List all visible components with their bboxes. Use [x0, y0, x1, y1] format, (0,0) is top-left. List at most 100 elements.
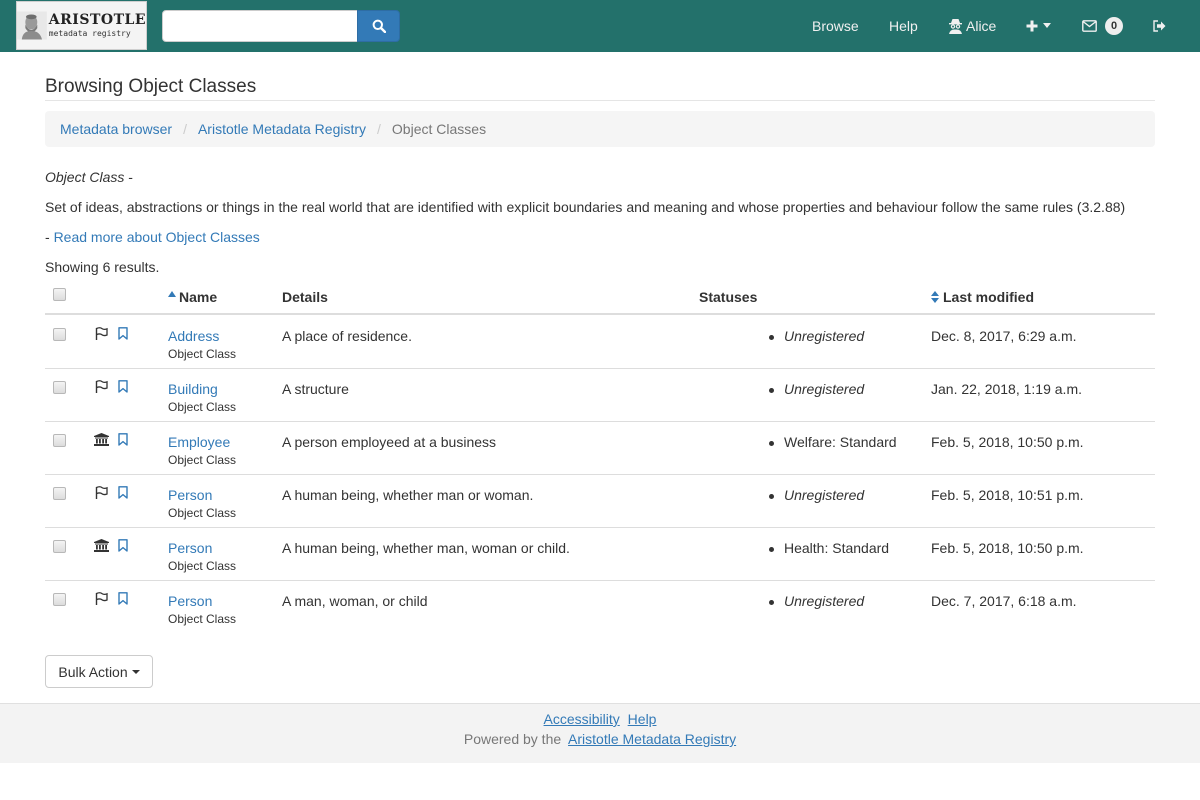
- item-last-modified: Dec. 8, 2017, 6:29 a.m.: [931, 328, 1077, 344]
- bullet: [769, 494, 774, 499]
- table-header: Name Details Statuses Last modified: [45, 280, 1155, 315]
- item-cell: Address Object Class: [168, 328, 236, 361]
- header-modified: Last modified: [943, 289, 1035, 305]
- nav-help[interactable]: Help: [889, 0, 918, 52]
- item-details: A human being, whether man, woman or chi…: [282, 540, 570, 556]
- bulk-action-label: Bulk Action: [58, 663, 128, 680]
- flag-icon[interactable]: [94, 486, 108, 499]
- caret-down-icon: [131, 669, 140, 674]
- caret-down-icon: [1043, 23, 1051, 28]
- bullet: [769, 441, 774, 446]
- item-cell: Person Object Class: [168, 593, 236, 626]
- item-type: Object Class: [168, 453, 237, 467]
- inbox-button[interactable]: 0: [1082, 0, 1123, 52]
- flag-icon[interactable]: [94, 327, 108, 340]
- row-checkbox[interactable]: [53, 434, 66, 447]
- nav-user[interactable]: Alice: [948, 0, 996, 52]
- favourite-bookmark-icon[interactable]: [118, 380, 128, 393]
- row-checkbox[interactable]: [53, 381, 66, 394]
- status-text: Welfare: Standard: [784, 434, 897, 450]
- item-cell: Employee Object Class: [168, 434, 236, 467]
- breadcrumb-current: Object Classes: [391, 121, 487, 137]
- item-type: Object Class: [168, 347, 237, 361]
- institution-icon[interactable]: [94, 539, 109, 552]
- footer: Accessibility Help Powered by the Aristo…: [0, 703, 1200, 763]
- item-last-modified: Feb. 5, 2018, 10:50 p.m.: [931, 540, 1084, 556]
- item-last-modified: Feb. 5, 2018, 10:51 p.m.: [931, 487, 1084, 503]
- envelope-icon: [1082, 20, 1097, 32]
- flag-icon[interactable]: [94, 592, 108, 605]
- status-text: Unregistered: [784, 487, 865, 503]
- breadcrumb-separator: /: [183, 121, 187, 137]
- footer-help-link[interactable]: Help: [628, 711, 657, 727]
- footer-links: Accessibility Help: [0, 711, 1200, 727]
- breadcrumb-registry[interactable]: Aristotle Metadata Registry: [198, 121, 366, 137]
- item-details: A structure: [282, 381, 349, 397]
- inbox-count-badge: 0: [1105, 17, 1123, 35]
- aristotle-bust-icon: [17, 11, 47, 40]
- item-cell: Person Object Class: [168, 487, 236, 520]
- status-text: Unregistered: [784, 381, 865, 397]
- breadcrumb-metadata-browser[interactable]: Metadata browser: [60, 121, 172, 137]
- powered-by-link[interactable]: Aristotle Metadata Registry: [568, 731, 736, 747]
- favourite-bookmark-icon[interactable]: [118, 327, 128, 340]
- item-cell: Person Object Class: [168, 540, 236, 573]
- breadcrumb: Metadata browser / Aristotle Metadata Re…: [45, 111, 1155, 147]
- row-checkbox[interactable]: [53, 593, 66, 606]
- favourite-bookmark-icon[interactable]: [118, 539, 128, 552]
- footer-accessibility-link[interactable]: Accessibility: [544, 711, 620, 727]
- bullet: [769, 335, 774, 340]
- table-row: Building Object Class A structure Unregiste…: [45, 369, 1155, 422]
- sort-up-icon: [168, 291, 176, 297]
- nav-browse[interactable]: Browse: [812, 0, 859, 52]
- search-icon: [372, 19, 386, 33]
- sort-by-last-modified[interactable]: Last modified: [931, 289, 1034, 305]
- search-button[interactable]: [357, 10, 400, 42]
- bullet: [769, 600, 774, 605]
- plus-icon: [1026, 20, 1038, 32]
- result-count: Showing 6 results.: [45, 259, 160, 275]
- row-checkbox[interactable]: [53, 540, 66, 553]
- item-name-link[interactable]: Address: [168, 328, 236, 344]
- bullet: [769, 547, 774, 552]
- item-name-link[interactable]: Employee: [168, 434, 236, 450]
- item-name-link[interactable]: Person: [168, 540, 236, 556]
- favourite-bookmark-icon[interactable]: [118, 592, 128, 605]
- institution-icon[interactable]: [94, 433, 109, 446]
- favourite-bookmark-icon[interactable]: [118, 486, 128, 499]
- flag-icon[interactable]: [94, 380, 108, 393]
- item-details: A human being, whether man or woman.: [282, 487, 534, 503]
- logo-title: ARISTOTLE: [48, 12, 146, 28]
- logo[interactable]: ARISTOTLE metadata registry: [16, 1, 147, 50]
- breadcrumb-separator: /: [377, 121, 381, 137]
- powered-by: Powered by the Aristotle Metadata Regist…: [0, 731, 1200, 747]
- row-checkbox[interactable]: [53, 328, 66, 341]
- item-details: A man, woman, or child: [282, 593, 428, 609]
- item-name-link[interactable]: Building: [168, 381, 236, 397]
- search-input[interactable]: [162, 10, 358, 42]
- status-text: Health: Standard: [784, 540, 890, 556]
- item-name-link[interactable]: Person: [168, 487, 236, 503]
- navbar: ARISTOTLE metadata registry Browse Help …: [0, 0, 1200, 52]
- row-checkbox[interactable]: [53, 487, 66, 500]
- header-details: Details: [282, 289, 328, 305]
- user-secret-icon: [949, 19, 962, 34]
- sign-out-button[interactable]: [1153, 0, 1166, 52]
- item-details: A place of residence.: [282, 328, 412, 344]
- read-more-link[interactable]: Read more about Object Classes: [54, 229, 260, 245]
- definition-text: Set of ideas, abstractions or things in …: [45, 199, 1126, 215]
- select-all-checkbox[interactable]: [53, 288, 66, 301]
- bulk-action-button[interactable]: Bulk Action: [45, 655, 153, 688]
- table-row: Person Object Class A human being, whether…: [45, 475, 1155, 528]
- item-cell: Building Object Class: [168, 381, 236, 414]
- header-name: Name: [179, 289, 218, 305]
- table-row: Person Object Class A human being, whether…: [45, 528, 1155, 581]
- item-type: Object Class: [168, 559, 237, 573]
- item-name-link[interactable]: Person: [168, 593, 236, 609]
- favourite-bookmark-icon[interactable]: [118, 433, 128, 446]
- table-row: Employee Object Class A person employeed a…: [45, 422, 1155, 475]
- logo-subtitle: metadata registry: [48, 29, 131, 38]
- sort-by-name[interactable]: Name: [168, 289, 217, 305]
- add-menu-button[interactable]: [1026, 0, 1052, 52]
- item-type: Object Class: [168, 400, 237, 414]
